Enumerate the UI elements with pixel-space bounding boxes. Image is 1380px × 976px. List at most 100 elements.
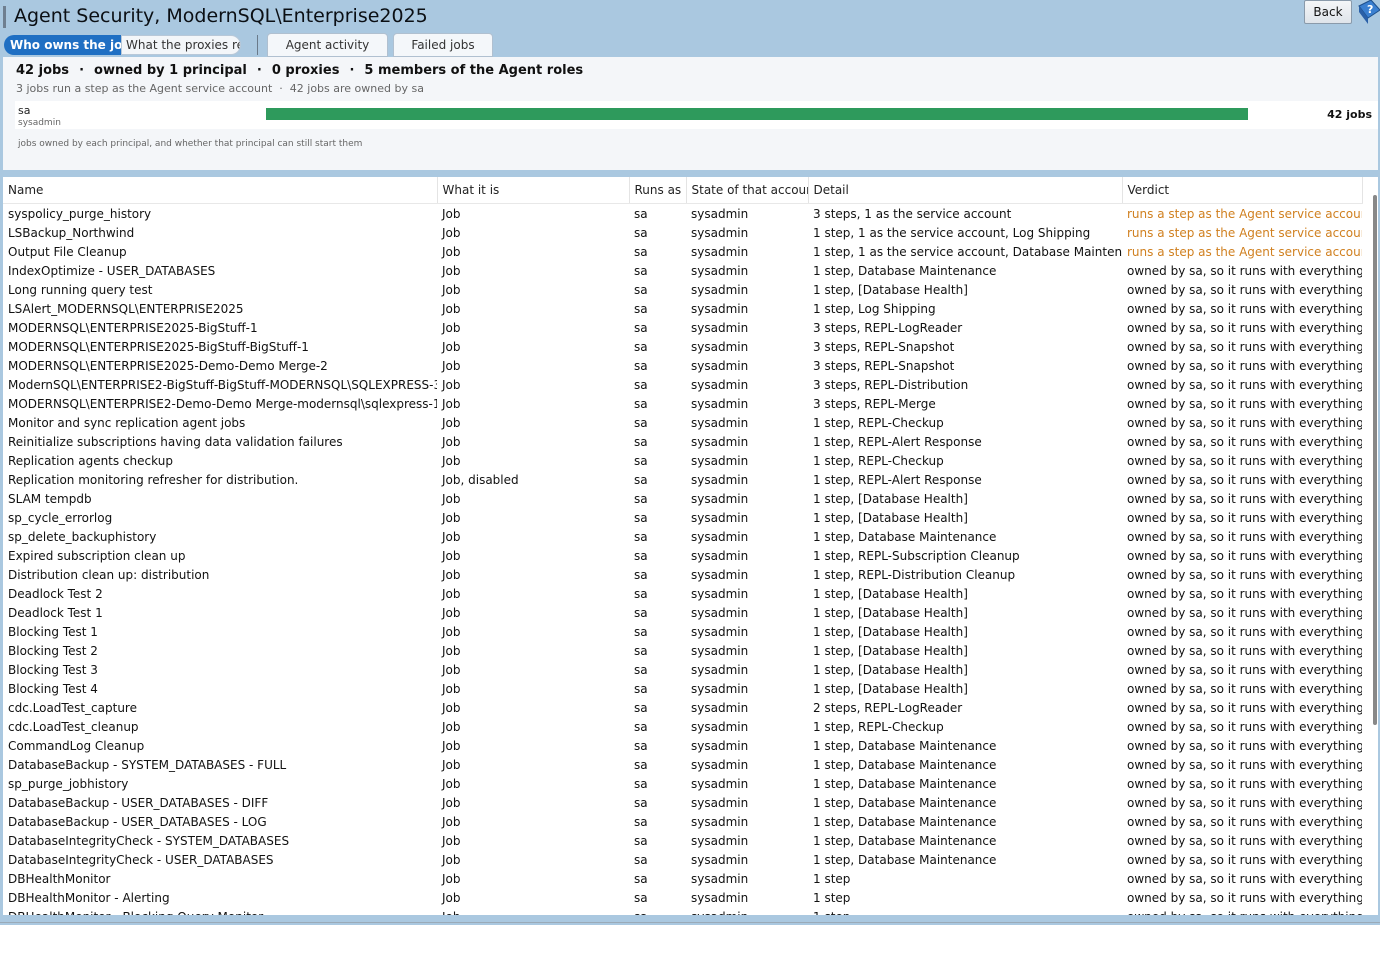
- table-row[interactable]: Blocking Test 2 Job sa sysadmin 1 step, [Dat…: [3, 641, 1362, 660]
- table-row[interactable]: MODERNSQL\ENTERPRISE2-Demo-Demo Merge-mo…: [3, 394, 1362, 413]
- cell-detail: 1 step, Database Maintenance: [813, 814, 997, 829]
- table-row[interactable]: MODERNSQL\ENTERPRISE2025-BigStuff-1 Job sa…: [3, 318, 1362, 337]
- cell-verdict: owned by sa, so it runs with everything …: [1127, 453, 1362, 468]
- cell-detail: 1 step, Database Maintenance: [813, 852, 997, 867]
- cell-verdict: owned by sa, so it runs with everything …: [1127, 586, 1362, 601]
- cell-name: SLAM tempdb: [8, 491, 92, 506]
- cell-account-state: sysadmin: [691, 643, 749, 658]
- grid-header-row: Name What it is Runs as State of that ac…: [3, 177, 1363, 204]
- cell-account-state: sysadmin: [691, 662, 749, 677]
- cell-detail: 1 step, Database Maintenance: [813, 776, 997, 791]
- table-row[interactable]: Output File Cleanup Job sa sysadmin 1 step, …: [3, 242, 1362, 261]
- table-row[interactable]: CommandLog Cleanup Job sa sysadmin 1 step, D…: [3, 736, 1362, 755]
- cell-name: DatabaseBackup - USER_DATABASES - LOG: [8, 814, 267, 829]
- table-row[interactable]: DatabaseBackup - SYSTEM_DATABASES - FULL…: [3, 755, 1362, 774]
- cell-name: cdc.LoadTest_cleanup: [8, 719, 139, 734]
- cell-verdict: owned by sa, so it runs with everything …: [1127, 624, 1362, 639]
- table-row[interactable]: DatabaseIntegrityCheck - SYSTEM_DATABASE…: [3, 831, 1362, 850]
- title-bar: Agent Security, ModernSQL\Enterprise2025…: [0, 0, 1380, 34]
- cell-name: DBHealthMonitor - Alerting: [8, 890, 170, 905]
- table-row[interactable]: Monitor and sync replication agent jobs J…: [3, 413, 1362, 432]
- col-header-what-it-is[interactable]: What it is: [437, 177, 630, 204]
- cell-verdict: owned by sa, so it runs with everything …: [1127, 472, 1362, 487]
- table-row[interactable]: Long running query test Job sa sysadmin 1 st…: [3, 280, 1362, 299]
- sa-owned-jobs-note: 42 jobs are owned by sa: [289, 82, 424, 95]
- cell-what-it-is: Job: [442, 206, 461, 221]
- tab-agent-activity[interactable]: Agent activity: [267, 33, 388, 57]
- table-row[interactable]: MODERNSQL\ENTERPRISE2025-Demo-Demo Merge…: [3, 356, 1362, 375]
- table-row[interactable]: Replication monitoring refresher for dis…: [3, 470, 1362, 489]
- cell-runs-as: sa: [634, 206, 648, 221]
- cell-detail: 1 step, Database Maintenance: [813, 738, 997, 753]
- table-row[interactable]: DBHealthMonitor - Alerting Job sa sysadmin 1…: [3, 888, 1362, 907]
- table-row[interactable]: LSAlert_MODERNSQL\ENTERPRISE2025 Job sa sys…: [3, 299, 1362, 318]
- table-row[interactable]: Deadlock Test 2 Job sa sysadmin 1 step, [Dat…: [3, 584, 1362, 603]
- cell-what-it-is: Job: [442, 548, 461, 563]
- table-row[interactable]: Blocking Test 4 Job sa sysadmin 1 step, [Dat…: [3, 679, 1362, 698]
- cell-account-state: sysadmin: [691, 586, 749, 601]
- vertical-scrollbar[interactable]: [1373, 195, 1377, 725]
- cell-account-state: sysadmin: [691, 776, 749, 791]
- cell-account-state: sysadmin: [691, 529, 749, 544]
- cell-runs-as: sa: [634, 320, 648, 335]
- table-row[interactable]: Expired subscription clean up Job sa sysadm…: [3, 546, 1362, 565]
- col-header-detail[interactable]: Detail: [808, 177, 1123, 204]
- table-row[interactable]: Reinitialize subscriptions having data v…: [3, 432, 1362, 451]
- table-row[interactable]: cdc.LoadTest_cleanup Job sa sysadmin 1 step,…: [3, 717, 1362, 736]
- tab-what-the-proxies[interactable]: What the proxies re...: [121, 35, 241, 55]
- table-row[interactable]: ModernSQL\ENTERPRISE2-BigStuff-BigStuff-…: [3, 375, 1362, 394]
- cell-account-state: sysadmin: [686, 907, 808, 916]
- cell-account-state: sysadmin: [691, 320, 749, 335]
- cell-runs-as: sa: [634, 757, 648, 772]
- cell-what-it-is: Job: [442, 643, 461, 658]
- table-row[interactable]: Deadlock Test 1 Job sa sysadmin 1 step, [Dat…: [3, 603, 1362, 622]
- table-row[interactable]: Distribution clean up: distribution Job sa…: [3, 565, 1362, 584]
- cell-detail: 1 step, [Database Health]: [813, 282, 968, 297]
- summary-headline: 42 jobs · owned by 1 principal · 0 proxies · 5…: [16, 63, 584, 78]
- cell-account-state: sysadmin: [691, 852, 749, 867]
- back-button[interactable]: Back: [1304, 0, 1352, 24]
- window-title: Agent Security, ModernSQL\Enterprise2025: [14, 5, 428, 27]
- cell-name: sp_cycle_errorlog: [8, 510, 113, 525]
- col-header-verdict[interactable]: Verdict: [1122, 177, 1363, 204]
- table-row[interactable]: IndexOptimize - USER_DATABASES Job sa sysad…: [3, 261, 1362, 280]
- table-row[interactable]: DatabaseBackup - USER_DATABASES - LOG Job…: [3, 812, 1362, 831]
- table-row[interactable]: sp_purge_jobhistory Job sa sysadmin 1 step, …: [3, 774, 1362, 793]
- table-row[interactable]: cdc.LoadTest_capture Job sa sysadmin 2 steps…: [3, 698, 1362, 717]
- cell-what-it-is: Job: [442, 320, 461, 335]
- table-row[interactable]: sp_cycle_errorlog Job sa sysadmin 1 step, [D…: [3, 508, 1362, 527]
- table-row[interactable]: LSBackup_Northwind Job sa sysadmin 1 step, 1…: [3, 223, 1362, 242]
- cell-name: sp_delete_backuphistory: [8, 529, 157, 544]
- cell-what-it-is: Job: [442, 567, 461, 582]
- table-row[interactable]: syspolicy_purge_history Job sa sysadmin 3 st…: [3, 204, 1362, 224]
- cell-verdict: owned by sa, so it runs with everything …: [1127, 529, 1362, 544]
- cell-runs-as: sa: [634, 529, 648, 544]
- tab-failed-jobs[interactable]: Failed jobs: [393, 33, 493, 57]
- table-row[interactable]: Blocking Test 1 Job sa sysadmin 1 step, [Dat…: [3, 622, 1362, 641]
- table-row[interactable]: DBHealthMonitor Job sa sysadmin 1 step owned …: [3, 869, 1362, 888]
- cell-runs-as: sa: [634, 700, 648, 715]
- cell-verdict: owned by sa, so it runs with everything …: [1127, 738, 1362, 753]
- cell-verdict: owned by sa, so it runs with everything …: [1127, 377, 1362, 392]
- table-row[interactable]: Blocking Test 3 Job sa sysadmin 1 step, [Dat…: [3, 660, 1362, 679]
- help-icon[interactable]: ?: [1355, 0, 1380, 26]
- table-row[interactable]: sp_delete_backuphistory Job sa sysadmin 1 st…: [3, 527, 1362, 546]
- table-row[interactable]: DBHealthMonitor - Blocking Query Monitor…: [3, 907, 1362, 916]
- cell-detail: 1 step, REPL-Subscription Cleanup: [813, 548, 1020, 563]
- principal-row[interactable]: sa sysadmin 42 jobs: [15, 101, 1378, 129]
- table-row[interactable]: Replication agents checkup Job sa sysadmin 1…: [3, 451, 1362, 470]
- cell-runs-as: sa: [634, 548, 648, 563]
- cell-verdict: owned by sa, so it runs with everything …: [1127, 833, 1362, 848]
- summary-panel: 42 jobs · owned by 1 principal · 0 proxies · 5…: [3, 57, 1378, 170]
- col-header-name[interactable]: Name: [3, 177, 438, 204]
- table-row[interactable]: DatabaseBackup - USER_DATABASES - DIFF Jo…: [3, 793, 1362, 812]
- principal-jobs-count: 42 jobs: [1327, 108, 1372, 121]
- col-header-account-state[interactable]: State of that account: [686, 177, 809, 204]
- cell-runs-as: sa: [634, 491, 648, 506]
- cell-verdict: owned by sa, so it runs with everything …: [1127, 491, 1362, 506]
- table-row[interactable]: MODERNSQL\ENTERPRISE2025-BigStuff-BigStu…: [3, 337, 1362, 356]
- cell-verdict: owned by sa, so it runs with everything …: [1127, 795, 1362, 810]
- table-row[interactable]: SLAM tempdb Job sa sysadmin 1 step, [Databas…: [3, 489, 1362, 508]
- table-row[interactable]: DatabaseIntegrityCheck - USER_DATABASES J…: [3, 850, 1362, 869]
- col-header-runs-as[interactable]: Runs as: [629, 177, 687, 204]
